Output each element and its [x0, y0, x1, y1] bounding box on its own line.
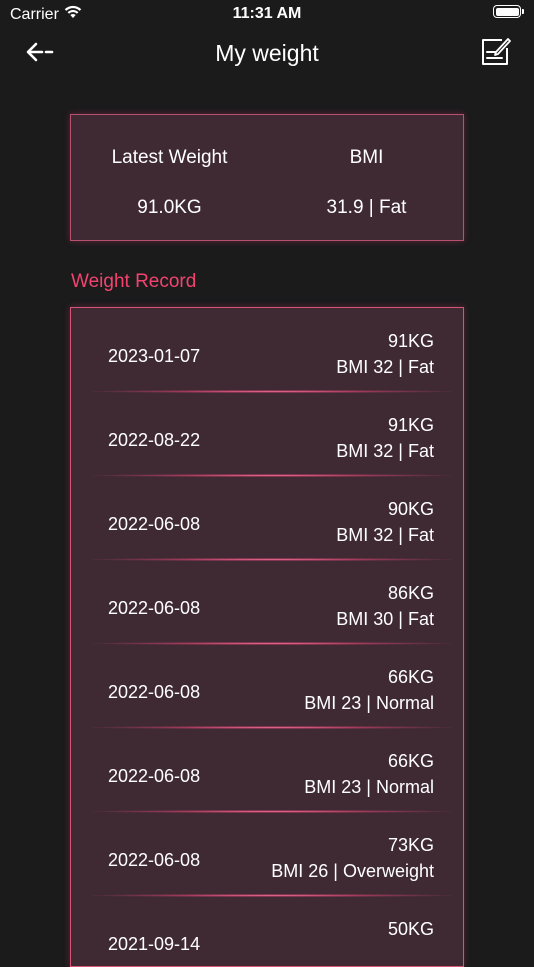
record-date: 2022-06-08 — [108, 598, 201, 618]
record-weight: 50KG — [387, 919, 434, 939]
record-weight: 73KG — [387, 835, 434, 855]
weight-record-list[interactable]: 2023-01-07 91KG BMI 32 | Fat 2022-08-22 … — [70, 307, 464, 967]
record-bmi: BMI 32 | Fat — [336, 441, 434, 461]
record-bmi: BMI 32 | Fat — [336, 357, 434, 377]
list-item[interactable]: 2022-06-08 90KG BMI 32 | Fat — [71, 476, 463, 561]
status-right — [493, 5, 524, 18]
record-bmi: BMI 23 | Normal — [304, 777, 434, 797]
record-date: 2022-08-22 — [108, 430, 201, 450]
record-weight: 91KG — [387, 331, 434, 351]
record-date: 2022-06-08 — [108, 682, 201, 702]
list-item[interactable]: 2022-06-08 66KG BMI 23 | Normal — [71, 644, 463, 729]
latest-weight-block: Latest Weight 91.0KG — [71, 115, 268, 242]
bmi-label: BMI — [349, 147, 384, 168]
list-item[interactable]: 2022-08-22 91KG BMI 32 | Fat — [71, 392, 463, 477]
record-weight: 90KG — [387, 499, 434, 519]
record-weight: 86KG — [387, 583, 434, 603]
summary-card: Latest Weight 91.0KG BMI 31.9 | Fat — [70, 114, 464, 241]
list-item[interactable]: 2022-06-08 66KG BMI 23 | Normal — [71, 728, 463, 813]
battery-cap — [522, 9, 524, 14]
edit-note-icon — [480, 37, 512, 72]
list-item[interactable]: 2021-09-14 50KG — [71, 896, 463, 966]
record-weight: 66KG — [387, 751, 434, 771]
record-date: 2022-06-08 — [108, 514, 201, 534]
battery-icon — [493, 5, 521, 18]
list-item[interactable]: 2022-06-08 86KG BMI 30 | Fat — [71, 560, 463, 645]
section-title: Weight Record — [71, 271, 197, 292]
record-date: 2021-09-14 — [108, 934, 201, 954]
record-bmi: BMI 32 | Fat — [336, 525, 434, 545]
record-date: 2023-01-07 — [108, 346, 201, 366]
record-bmi: BMI 23 | Normal — [304, 693, 434, 713]
status-bar: Carrier 11:31 AM — [0, 0, 534, 28]
record-date: 2022-06-08 — [108, 850, 201, 870]
status-time: 11:31 AM — [232, 5, 302, 22]
nav-bar: My weight — [0, 28, 534, 80]
latest-weight-label: Latest Weight — [111, 147, 228, 168]
record-date: 2022-06-08 — [108, 766, 201, 786]
list-item[interactable]: 2022-06-08 73KG BMI 26 | Overweight — [71, 812, 463, 897]
record-bmi: BMI 30 | Fat — [336, 609, 434, 629]
bmi-value: 31.9 | Fat — [326, 197, 407, 218]
record-weight: 91KG — [387, 415, 434, 435]
latest-weight-value: 91.0KG — [137, 197, 202, 218]
page-title: My weight — [215, 40, 319, 66]
record-weight: 66KG — [387, 667, 434, 687]
bmi-block: BMI 31.9 | Fat — [268, 115, 465, 242]
edit-button[interactable] — [478, 36, 514, 72]
record-bmi: BMI 26 | Overweight — [271, 861, 434, 881]
list-item[interactable]: 2023-01-07 91KG BMI 32 | Fat — [71, 308, 463, 393]
